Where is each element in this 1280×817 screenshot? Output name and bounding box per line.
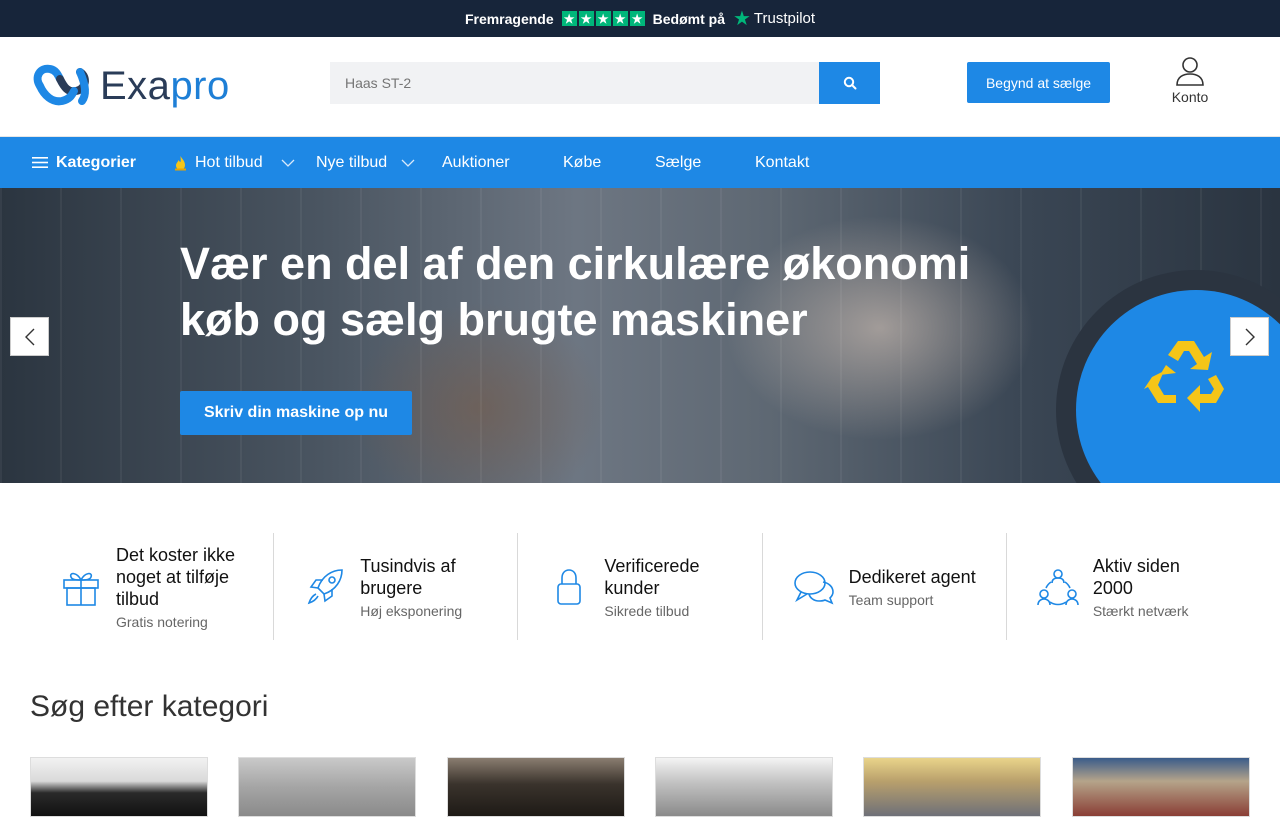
nav-categories-label: Kategorier [56, 153, 137, 171]
star-icon: ★ [595, 11, 611, 26]
feature-text: Det koster ikke noget at tilføje tilbud … [116, 544, 246, 630]
trustpilot-logo[interactable]: ★ Trustpilot [733, 9, 815, 29]
nav-categories[interactable]: Kategorier [32, 137, 136, 188]
feature-text: Dedikeret agent Team support [849, 566, 976, 608]
hero-banner: Vær en del af den cirkulære økonomi køb … [0, 188, 1280, 483]
chevron-down-icon [401, 159, 415, 167]
network-icon [1037, 568, 1079, 605]
rating-stars: ★ ★ ★ ★ ★ [561, 11, 645, 26]
chevron-left-icon [24, 328, 34, 345]
search-button[interactable] [819, 62, 880, 104]
nav-sell[interactable]: Sælge [655, 137, 701, 188]
feature-title: Dedikeret agent [848, 566, 976, 587]
logo-text-pro: pro [170, 63, 230, 108]
hero-title-line1: Vær en del af den cirkulære økonomi [180, 238, 971, 289]
account-label: Konto [1171, 89, 1209, 105]
nav-contact[interactable]: Kontakt [755, 137, 809, 188]
feature-subtitle: Sikrede tilbud [604, 602, 690, 619]
feature-text: Verificerede kunder Sikrede tilbud [604, 555, 724, 619]
main-nav: Kategorier Hot tilbud Nye tilbud Auktion… [0, 137, 1280, 188]
nav-new-label: Nye tilbud [316, 153, 388, 171]
exapro-logo[interactable]: Exapro [30, 63, 230, 109]
logo-text-exa: Exa [100, 63, 171, 108]
category-card[interactable] [447, 757, 625, 817]
star-icon: ★ [578, 11, 594, 26]
category-card[interactable] [655, 757, 833, 817]
lock-icon [557, 568, 582, 605]
logo-text: Exapro [100, 64, 230, 109]
feature-text: Aktiv siden 2000 Stærkt netværk [1093, 555, 1203, 619]
feature-item: Det koster ikke noget at tilføje tilbud … [30, 533, 275, 640]
search-input[interactable] [330, 62, 819, 104]
category-card[interactable] [30, 757, 208, 817]
rating-text: Fremragende [464, 10, 554, 27]
user-icon [1176, 57, 1204, 86]
search-bar [330, 62, 880, 104]
feature-item: Aktiv siden 2000 Stærkt netværk [1007, 533, 1250, 640]
account-link[interactable]: Konto [1165, 55, 1215, 105]
fire-icon [175, 155, 186, 170]
list-machine-button[interactable]: Skriv din maskine op nu [180, 391, 412, 435]
nav-new-offers[interactable]: Nye tilbud [316, 137, 415, 188]
category-card[interactable] [1072, 757, 1250, 817]
gift-icon [63, 572, 99, 606]
search-icon [843, 76, 856, 90]
carousel-next-button[interactable] [1230, 317, 1269, 356]
category-card[interactable] [238, 757, 416, 817]
feature-subtitle: Stærkt netværk [1092, 602, 1189, 619]
feature-title: Det koster ikke noget at tilføje tilbud [116, 544, 236, 609]
feature-text: Tusindvis af brugere Høj eksponering [360, 555, 480, 619]
category-card[interactable] [863, 757, 1041, 817]
chevron-right-icon [1245, 328, 1255, 345]
chat-icon [793, 570, 834, 604]
hero-title-line2: køb og sælg brugte maskiner [180, 294, 808, 345]
start-selling-button[interactable]: Begynd at sælge [967, 62, 1110, 103]
nav-hot-offers[interactable]: Hot tilbud [174, 137, 295, 188]
feature-item: Tusindvis af brugere Høj eksponering [274, 533, 519, 640]
star-icon: ★ [612, 11, 628, 26]
feature-subtitle: Gratis notering [116, 613, 208, 630]
category-section-title: Søg efter kategori [30, 690, 269, 723]
feature-item: Dedikeret agent Team support [763, 533, 1007, 640]
feature-item: Verificerede kunder Sikrede tilbud [518, 533, 763, 640]
rated-on-text: Bedømt på [652, 10, 725, 27]
feature-title: Tusindvis af brugere [360, 555, 456, 598]
nav-auctions[interactable]: Auktioner [442, 137, 510, 188]
recycle-icon [1144, 341, 1224, 412]
chevron-down-icon [281, 159, 295, 167]
exapro-logo-icon [33, 64, 90, 106]
feature-title: Verificerede kunder [604, 555, 700, 598]
category-grid [30, 757, 1250, 817]
star-icon: ★ [629, 11, 645, 26]
feature-subtitle: Team support [848, 591, 934, 608]
hamburger-icon [32, 157, 48, 168]
nav-hot-label: Hot tilbud [195, 153, 263, 171]
features-row: Det koster ikke noget at tilføje tilbud … [30, 533, 1250, 640]
hero-title: Vær en del af den cirkulære økonomi køb … [180, 236, 970, 348]
carousel-prev-button[interactable] [10, 317, 49, 356]
rocket-icon [307, 568, 344, 604]
trustpilot-bar[interactable]: Fremragende ★ ★ ★ ★ ★ Bedømt på ★ Trustp… [0, 0, 1280, 37]
feature-subtitle: Høj eksponering [360, 602, 463, 619]
trustpilot-brand: Trustpilot [753, 10, 816, 27]
star-icon: ★ [561, 11, 577, 26]
nav-buy[interactable]: Købe [563, 137, 601, 188]
site-header: Exapro Begynd at sælge Konto [0, 37, 1280, 137]
trustpilot-star-icon: ★ [732, 7, 751, 30]
feature-title: Aktiv siden 2000 [1092, 555, 1180, 598]
